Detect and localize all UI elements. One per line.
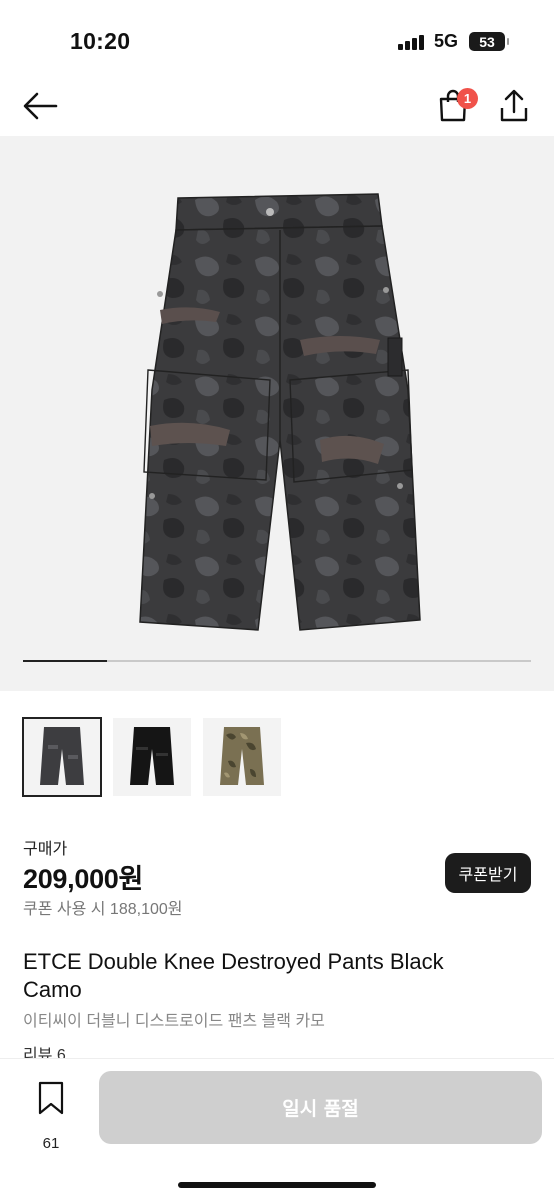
share-icon [500, 89, 528, 122]
arrow-left-icon [23, 92, 58, 120]
thumbnail-camo[interactable] [203, 718, 281, 796]
thumbnail-black-image [130, 727, 174, 785]
signal-icon [398, 34, 426, 50]
thumbnail-black-camo-image [40, 727, 84, 785]
gallery-progress-track [23, 660, 531, 662]
thumbnail-camo-image [220, 727, 264, 785]
gallery-progress-fill [23, 660, 107, 662]
back-button[interactable] [20, 88, 60, 124]
product-image-gallery[interactable] [0, 136, 554, 691]
price-label: 구매가 [23, 841, 68, 858]
product-main-image [139, 193, 421, 631]
price-amount: 209,000원 [23, 864, 144, 894]
bookmark-icon [38, 1081, 64, 1115]
coupon-price: 쿠폰 사용 시 188,100원 [23, 901, 183, 918]
status-time: 10:20 [70, 28, 131, 54]
sold-out-button[interactable]: 일시 품절 [99, 1071, 542, 1144]
thumbnail-black[interactable] [113, 718, 191, 796]
thumbnail-black-camo[interactable] [22, 717, 102, 797]
cart-count-badge: 1 [457, 88, 478, 109]
bookmark-button[interactable]: 61 [30, 1081, 72, 1152]
color-thumbnails [22, 717, 281, 798]
status-bar: 10:20 5G 53 [0, 0, 554, 72]
share-button[interactable] [496, 86, 532, 126]
bookmark-count: 61 [42, 1135, 60, 1152]
battery-icon: 53 [469, 32, 509, 51]
get-coupon-button[interactable]: 쿠폰받기 [445, 853, 531, 893]
home-indicator [178, 1182, 376, 1188]
bottom-action-bar: 61 일시 품절 [0, 1058, 554, 1200]
product-name-korean: 이티씨이 더블니 디스트로이드 팬츠 블랙 카모 [23, 1013, 325, 1030]
product-name: ETCE Double Knee Destroyed Pants Black C… [23, 949, 444, 1002]
network-type: 5G [434, 31, 459, 51]
battery-level: 53 [479, 33, 495, 50]
